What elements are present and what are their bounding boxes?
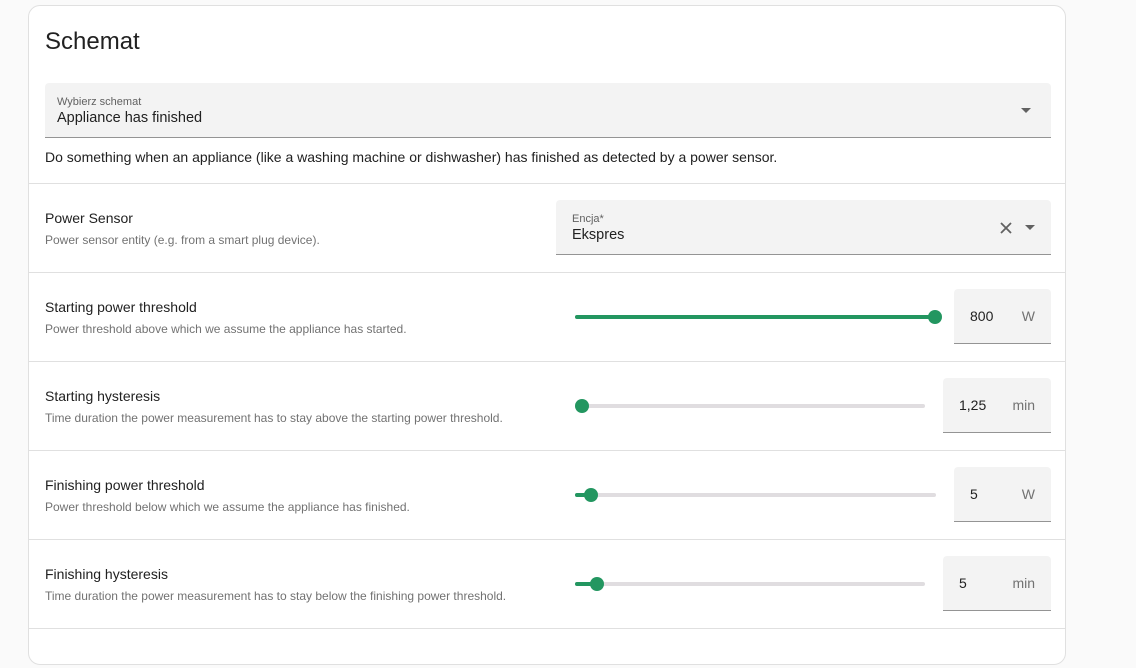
input-unit: W <box>1021 486 1035 502</box>
slider-thumb[interactable] <box>928 310 942 324</box>
chevron-down-icon[interactable] <box>1025 225 1035 230</box>
finishing-power-threshold-slider[interactable] <box>575 485 936 505</box>
starting-power-threshold-row: Starting power threshold Power threshold… <box>29 272 1065 361</box>
finishing-hysteresis-slider[interactable] <box>575 574 925 594</box>
power-sensor-title: Power Sensor <box>45 210 133 226</box>
input-title: Starting hysteresis <box>45 388 161 404</box>
blueprint-card: Schemat Wybierz schemat Appliance has fi… <box>28 5 1066 665</box>
input-unit: min <box>1012 397 1035 413</box>
blueprint-select[interactable]: Wybierz schemat Appliance has finished <box>45 83 1051 138</box>
input-unit: W <box>1021 308 1035 324</box>
finishing-hysteresis-input[interactable]: 5 min <box>943 556 1051 611</box>
slider-thumb[interactable] <box>583 488 598 502</box>
starting-hysteresis-input[interactable]: 1,25 min <box>943 378 1051 433</box>
entity-picker-value: Ekspres <box>572 227 625 243</box>
slider-thumb[interactable] <box>590 577 605 591</box>
finishing-power-threshold-row: Finishing power threshold Power threshol… <box>29 450 1065 539</box>
input-value: 5 <box>959 575 967 591</box>
chevron-down-icon[interactable] <box>1021 108 1031 113</box>
input-title: Finishing hysteresis <box>45 566 168 582</box>
input-value: 800 <box>970 308 994 324</box>
input-title: Finishing power threshold <box>45 477 205 493</box>
close-icon[interactable] <box>999 221 1013 235</box>
slider-track <box>575 493 936 497</box>
input-subtitle: Time duration the power measurement has … <box>45 411 503 425</box>
blueprint-select-label: Wybierz schemat <box>57 96 142 108</box>
starting-power-threshold-input[interactable]: 800 W <box>954 289 1051 344</box>
input-subtitle: Time duration the power measurement has … <box>45 589 507 603</box>
finishing-power-threshold-input[interactable]: 5 W <box>954 467 1051 522</box>
input-subtitle: Power threshold below which we assume th… <box>45 500 410 514</box>
entity-picker-label: Encja* <box>572 213 604 225</box>
next-row <box>29 628 1065 668</box>
slider-fill <box>575 315 935 319</box>
blueprint-description: Do something when an appliance (like a w… <box>45 149 778 165</box>
power-sensor-row: Power Sensor Power sensor entity (e.g. f… <box>29 183 1065 272</box>
blueprint-select-value: Appliance has finished <box>57 110 203 126</box>
input-subtitle: Power threshold above which we assume th… <box>45 322 407 336</box>
input-unit: min <box>1012 575 1035 591</box>
finishing-hysteresis-row: Finishing hysteresis Time duration the p… <box>29 539 1065 628</box>
power-sensor-subtitle: Power sensor entity (e.g. from a smart p… <box>45 233 320 247</box>
input-value: 5 <box>970 486 978 502</box>
slider-track <box>582 404 925 408</box>
input-title: Starting power threshold <box>45 299 197 315</box>
slider-thumb[interactable] <box>575 399 589 413</box>
starting-hysteresis-row: Starting hysteresis Time duration the po… <box>29 361 1065 450</box>
starting-hysteresis-slider[interactable] <box>575 396 925 416</box>
slider-track <box>575 582 925 586</box>
starting-power-threshold-slider[interactable] <box>575 307 942 327</box>
input-value: 1,25 <box>959 397 987 413</box>
card-title: Schemat <box>45 28 140 55</box>
entity-picker[interactable]: Encja* Ekspres <box>556 200 1051 255</box>
